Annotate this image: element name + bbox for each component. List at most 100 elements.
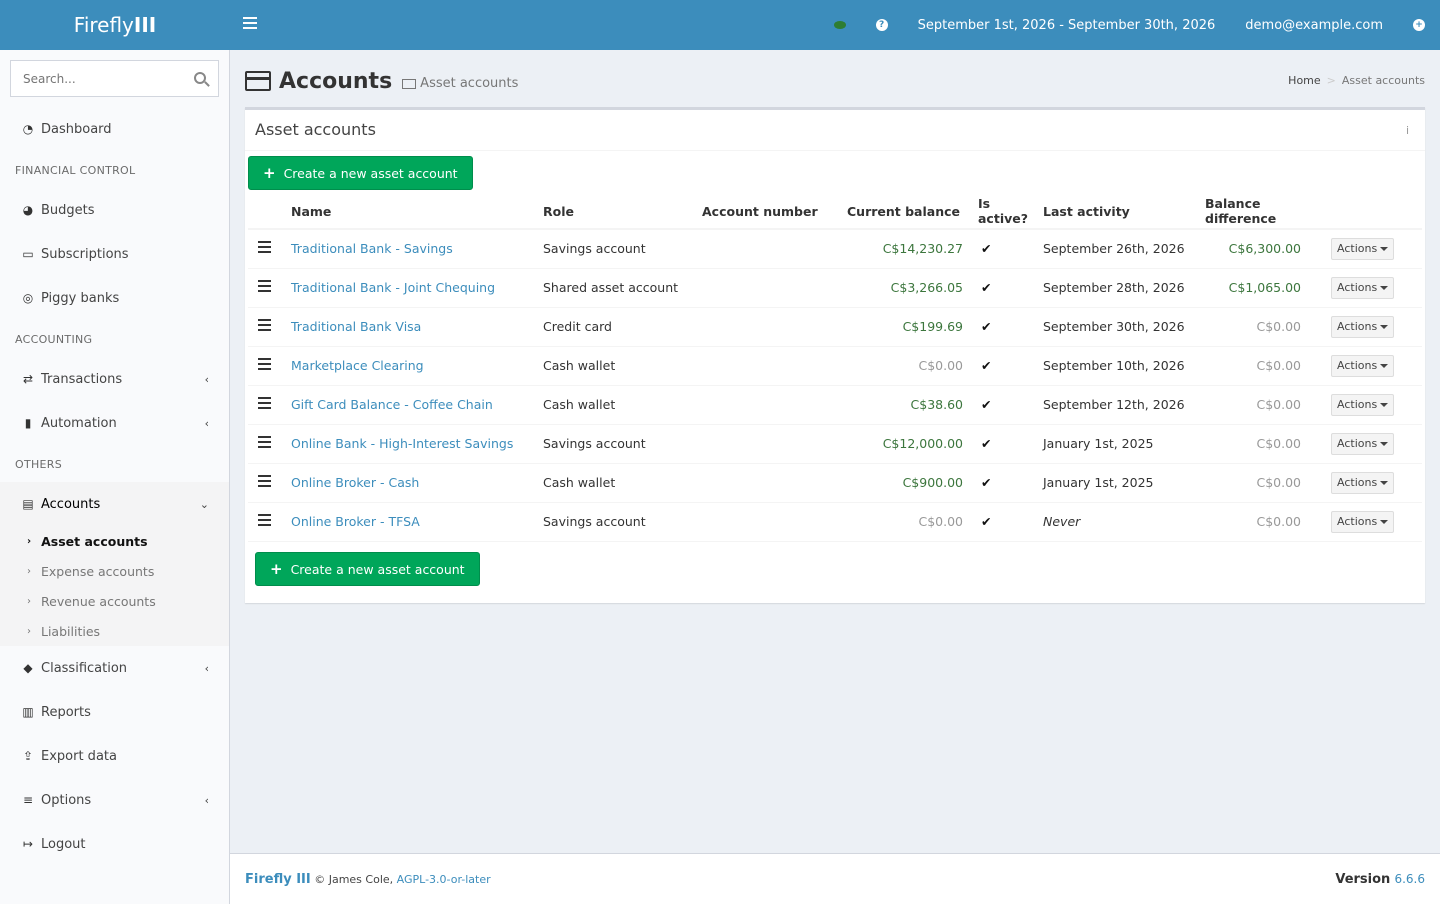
help-button[interactable]: ?: [861, 0, 903, 50]
drag-handle-icon[interactable]: [258, 397, 271, 409]
sliders-icon: ≡: [22, 793, 34, 807]
sidebar-item-dashboard[interactable]: ◔ Dashboard: [0, 107, 229, 151]
last-activity: September 28th, 2026: [1043, 268, 1205, 308]
actions-dropdown-button[interactable]: Actions: [1331, 237, 1395, 260]
drag-handle-icon[interactable]: [258, 475, 271, 487]
account-name-link[interactable]: Online Broker - Cash: [291, 475, 419, 490]
sidebar-item-export[interactable]: ⇪ Export data: [0, 734, 229, 778]
last-activity: September 30th, 2026: [1043, 307, 1205, 347]
date-range-picker[interactable]: September 1st, 2026 - September 30th, 20…: [903, 0, 1231, 50]
footer-license-link[interactable]: AGPL-3.0-or-later: [397, 873, 491, 886]
asset-accounts-box: Asset accounts i + Create a new asset acc…: [245, 107, 1425, 603]
submenu-asset-accounts[interactable]: › Asset accounts: [27, 534, 148, 549]
info-icon[interactable]: i: [1406, 124, 1409, 137]
logo-bold: III: [133, 13, 157, 37]
account-name-link[interactable]: Traditional Bank Visa: [291, 319, 421, 334]
col-last-activity[interactable]: Last activity: [1043, 194, 1205, 230]
account-name-link[interactable]: Traditional Bank - Savings: [291, 241, 453, 256]
table-row: Traditional Bank Visa Credit card C$199.69…: [248, 307, 1422, 347]
table-row: Marketplace Clearing Cash wallet C$0.00 ✔ Se…: [248, 346, 1422, 386]
drag-handle-icon[interactable]: [258, 319, 271, 331]
table-row: Online Broker - TFSA Savings account C$0.0…: [248, 502, 1422, 542]
actions-dropdown-button[interactable]: Actions: [1331, 276, 1395, 299]
privacy-toggle[interactable]: [819, 0, 861, 50]
account-name-link[interactable]: Online Broker - TFSA: [291, 514, 420, 529]
actions-dropdown-button[interactable]: Actions: [1331, 315, 1395, 338]
caret-down-icon: [1380, 402, 1389, 407]
actions-dropdown-button[interactable]: Actions: [1331, 354, 1395, 377]
actions-dropdown-button[interactable]: Actions: [1331, 471, 1395, 494]
sidebar-item-classification[interactable]: ◆ Classification ‹: [0, 646, 229, 690]
sidebar-item-reports[interactable]: ▥ Reports: [0, 690, 229, 734]
actions-dropdown-button[interactable]: Actions: [1331, 510, 1395, 533]
chevron-left-icon: ‹: [204, 416, 209, 430]
drag-handle-icon[interactable]: [258, 241, 271, 254]
balance-difference: C$0.00: [1205, 385, 1331, 425]
balance-difference: C$1,065.00: [1205, 268, 1331, 308]
account-role: Savings account: [543, 502, 702, 542]
col-account-number[interactable]: Account number: [702, 194, 847, 230]
actions-dropdown-button[interactable]: Actions: [1331, 432, 1395, 455]
robot-icon: ▮: [24, 416, 32, 430]
sidebar-toggle-icon[interactable]: [243, 17, 257, 33]
caret-down-icon: [1380, 246, 1389, 251]
bar-chart-icon: ▥: [22, 705, 34, 719]
sidebar-item-subscriptions[interactable]: ▭ Subscriptions: [0, 232, 229, 276]
account-name-link[interactable]: Online Bank - High-Interest Savings: [291, 436, 513, 451]
drag-handle-icon[interactable]: [258, 280, 271, 292]
create-asset-account-button-top[interactable]: + Create a new asset account: [248, 156, 473, 190]
account-role: Cash wallet: [543, 463, 702, 503]
bullseye-icon: ◎: [22, 291, 34, 305]
app-logo[interactable]: FireflyIII: [0, 0, 230, 50]
submenu-liabilities[interactable]: › Liabilities: [27, 624, 100, 639]
sidebar-item-options[interactable]: ≡ Options ‹: [0, 778, 229, 822]
create-asset-account-button-bottom[interactable]: + Create a new asset account: [255, 552, 480, 586]
sidebar-item-accounts[interactable]: ▤ Accounts ⌄: [0, 482, 229, 526]
account-name-link[interactable]: Gift Card Balance - Coffee Chain: [291, 397, 493, 412]
sidebar-item-logout[interactable]: ↦ Logout: [0, 822, 229, 866]
table-row: Traditional Bank - Joint Chequing Shared …: [248, 268, 1422, 308]
box-title: Asset accounts: [255, 120, 376, 139]
submenu-expense-accounts[interactable]: › Expense accounts: [27, 564, 154, 579]
footer-app-link[interactable]: Firefly III: [245, 872, 311, 887]
sidebar-item-automation[interactable]: ▮ Automation ‹: [0, 401, 229, 445]
active-check-icon: ✔: [963, 346, 1043, 386]
table-row: Traditional Bank - Savings Savings accoun…: [248, 229, 1422, 269]
col-balance-difference[interactable]: Balance difference: [1205, 194, 1331, 230]
drag-handle-icon[interactable]: [258, 358, 271, 370]
search-icon[interactable]: [194, 72, 206, 84]
caret-down-icon: [1380, 285, 1389, 290]
chevron-left-icon: ‹: [204, 372, 209, 386]
col-current-balance[interactable]: Current balance: [847, 194, 963, 230]
version-link[interactable]: 6.6.6: [1394, 872, 1425, 886]
balance-difference: C$0.00: [1205, 346, 1331, 386]
active-check-icon: ✔: [963, 385, 1043, 425]
drag-handle-icon[interactable]: [258, 514, 271, 526]
last-activity: September 10th, 2026: [1043, 346, 1205, 386]
col-is-active[interactable]: Is active?: [963, 194, 1043, 230]
account-number: [702, 502, 847, 542]
create-menu[interactable]: +: [1398, 0, 1440, 50]
col-role[interactable]: Role: [543, 194, 702, 230]
sidebar-item-transactions[interactable]: ⇄ Transactions ‹: [0, 357, 229, 401]
upload-icon: ⇪: [22, 749, 34, 763]
content-header: Accounts Asset accounts: [245, 64, 518, 94]
breadcrumb-current: Asset accounts: [1341, 74, 1425, 87]
account-name-link[interactable]: Traditional Bank - Joint Chequing: [291, 280, 495, 295]
sidebar-item-piggy-banks[interactable]: ◎ Piggy banks: [0, 276, 229, 320]
drag-handle-icon[interactable]: [258, 436, 271, 448]
current-balance: C$14,230.27: [847, 229, 963, 269]
account-number: [702, 229, 847, 269]
current-balance: C$900.00: [847, 463, 963, 503]
actions-dropdown-button[interactable]: Actions: [1331, 393, 1395, 416]
eye-icon: [833, 21, 846, 29]
col-name[interactable]: Name: [291, 194, 543, 230]
search-input[interactable]: [11, 61, 181, 96]
sidebar-item-budgets[interactable]: ◕ Budgets: [0, 188, 229, 232]
breadcrumb-home[interactable]: Home: [1288, 74, 1320, 87]
breadcrumb: Home > Asset accounts: [1288, 74, 1425, 87]
submenu-revenue-accounts[interactable]: › Revenue accounts: [27, 594, 156, 609]
footer-left: Firefly III © James Cole, AGPL-3.0-or-la…: [245, 872, 491, 887]
account-name-link[interactable]: Marketplace Clearing: [291, 358, 424, 373]
user-menu[interactable]: demo@example.com: [1230, 0, 1398, 50]
